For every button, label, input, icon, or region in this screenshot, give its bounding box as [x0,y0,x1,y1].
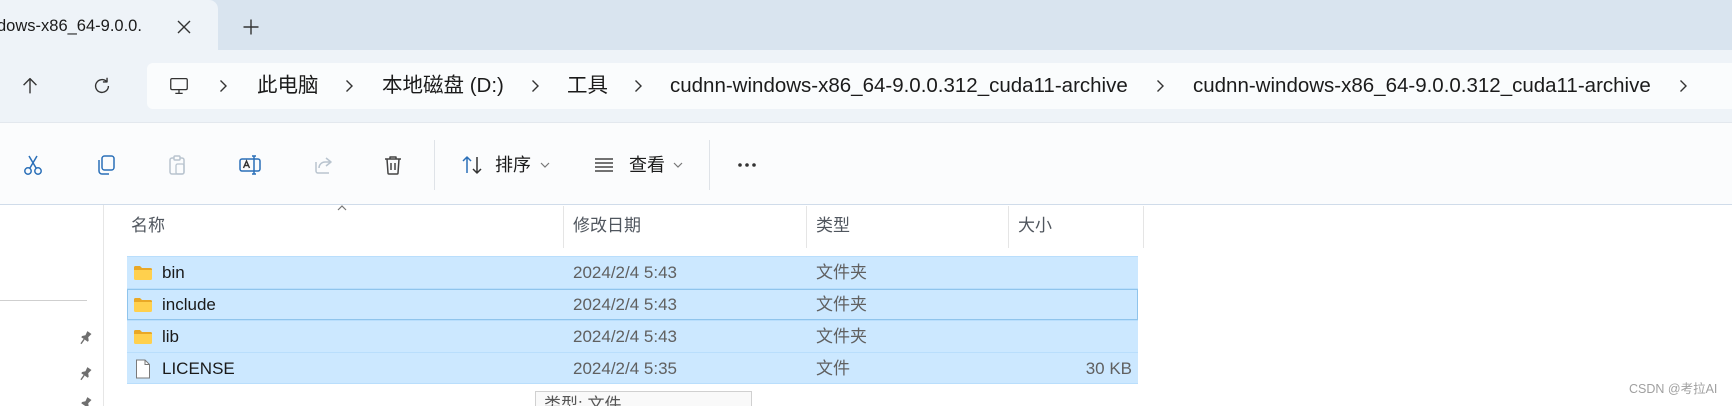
file-icon [133,359,153,379]
chevron-right-icon[interactable] [632,79,644,93]
more-icon [735,153,759,177]
share-icon [311,153,335,177]
file-type: 文件夹 [816,263,867,282]
file-name: LICENSE [162,359,235,378]
breadcrumb-cudnn-archive-inner[interactable]: cudnn-windows-x86_64-9.0.0.312_cuda11-ar… [1193,74,1651,98]
copy-button[interactable] [84,143,128,187]
breadcrumb-local-disk[interactable]: 本地磁盘 (D:) [382,74,504,98]
column-resize-handle[interactable] [563,206,564,248]
view-button[interactable]: 查看 [584,143,690,187]
file-name: include [162,295,216,314]
file-modified: 2024/2/4 5:35 [573,359,677,378]
breadcrumb-this-pc[interactable]: 此电脑 [257,74,319,98]
chevron-right-icon[interactable] [217,79,229,93]
file-name: bin [162,263,185,282]
nav-divider [0,300,87,301]
arrow-up-icon[interactable] [12,68,48,104]
list-item[interactable]: bin 2024/2/4 5:43 文件夹 [127,256,1138,288]
pin-icon[interactable] [77,330,93,346]
column-header-size[interactable]: 大小 [1018,215,1052,237]
chevron-down-icon [540,162,550,168]
folder-icon [133,263,153,283]
file-size: 30 KB [1085,359,1132,378]
paste-icon [165,153,189,177]
breadcrumb-cudnn-archive[interactable]: cudnn-windows-x86_64-9.0.0.312_cuda11-ar… [670,74,1128,98]
column-resize-handle[interactable] [1008,206,1009,248]
chevron-right-icon[interactable] [529,79,541,93]
folder-icon [133,327,153,347]
file-name: lib [162,327,180,346]
column-resize-handle[interactable] [1143,206,1144,248]
navigation-bar: 此电脑 本地磁盘 (D:) 工具 cudnn-windows-x86_64-9.… [0,50,1732,122]
address-bar[interactable]: 此电脑 本地磁盘 (D:) 工具 cudnn-windows-x86_64-9.… [147,63,1732,109]
sort-icon [460,153,484,177]
trash-icon [381,153,405,177]
file-modified: 2024/2/4 5:43 [573,263,677,282]
file-modified: 2024/2/4 5:43 [573,327,677,346]
sort-ascending-icon [337,205,347,211]
file-type: 文件 [816,359,850,378]
file-modified: 2024/2/4 5:43 [573,295,677,314]
pin-icon[interactable] [77,396,93,406]
rename-button[interactable] [228,143,272,187]
more-button[interactable] [725,143,769,187]
chevron-down-icon [673,162,683,168]
cut-button[interactable] [11,143,55,187]
tooltip-text: 类型: 文件 [544,395,622,406]
copy-icon [94,153,118,177]
toolbar-divider [709,140,710,190]
paste-button[interactable] [155,143,199,187]
title-bar: dows-x86_64-9.0.0. [0,0,1732,50]
file-type: 文件夹 [816,295,867,314]
close-icon[interactable] [172,15,196,39]
sort-button[interactable]: 排序 [452,143,556,187]
computer-icon[interactable] [168,75,190,97]
share-button[interactable] [301,143,345,187]
list-item[interactable]: lib 2024/2/4 5:43 文件夹 [127,320,1138,352]
tab-title: dows-x86_64-9.0.0. [0,17,142,35]
rename-icon [238,153,262,177]
list-item[interactable]: include 2024/2/4 5:43 文件夹 [127,288,1138,320]
watermark: CSDN @考拉AI [1629,382,1718,396]
scissors-icon [21,153,45,177]
tab-active[interactable]: dows-x86_64-9.0.0. [0,0,218,50]
sort-label: 排序 [495,155,531,175]
view-label: 查看 [629,155,665,175]
file-type: 文件夹 [816,327,867,346]
tooltip: 类型: 文件 [535,391,752,406]
column-resize-handle[interactable] [806,206,807,248]
column-header-name[interactable]: 名称 [131,215,165,237]
chevron-right-icon[interactable] [343,79,355,93]
folder-icon [133,295,153,315]
breadcrumb-tools[interactable]: 工具 [567,74,608,98]
column-header-row [0,206,1732,248]
pin-icon[interactable] [77,366,93,382]
view-list-icon [592,153,616,177]
chevron-right-icon[interactable] [1677,79,1689,93]
toolbar-divider [434,140,435,190]
command-bar: 排序 查看 [0,122,1732,205]
delete-button[interactable] [371,143,415,187]
refresh-icon[interactable] [84,68,120,104]
chevron-right-icon[interactable] [1154,79,1166,93]
plus-icon[interactable] [239,15,263,39]
column-header-modified[interactable]: 修改日期 [573,215,641,237]
column-header-type[interactable]: 类型 [816,215,850,237]
list-item[interactable]: LICENSE 2024/2/4 5:35 文件 30 KB [127,352,1138,384]
